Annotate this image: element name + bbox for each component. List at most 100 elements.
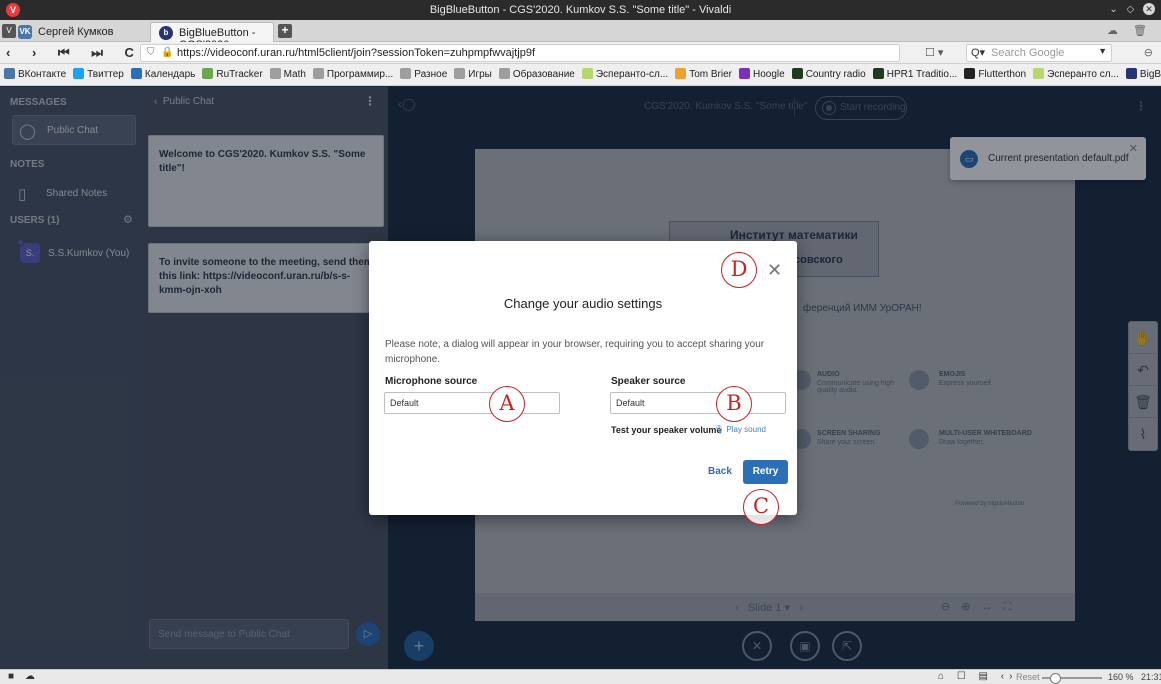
- bookmark-label: Твиттер: [87, 69, 124, 80]
- chevron-down-icon[interactable]: ▼: [1098, 46, 1107, 56]
- bookmark-label: Эсперанто сл...: [1047, 69, 1119, 80]
- bookmark-label: Country radio: [805, 69, 866, 80]
- bookmark-icon: [675, 68, 687, 79]
- marker-c: C: [743, 489, 779, 525]
- close-window-icon[interactable]: ✕: [1143, 3, 1155, 15]
- panel-toggle-icon[interactable]: V: [2, 24, 16, 38]
- bookmark-label: Hoogle: [752, 69, 785, 80]
- panel-toggle-icons[interactable]: ■ ☁: [8, 671, 39, 682]
- bookmark-icon: [130, 68, 142, 79]
- window-title: BigBlueButton - CGS'2020. Kumkov S.S. "S…: [429, 4, 732, 16]
- shield-icon[interactable]: ⛉: [147, 47, 155, 58]
- bookmark-item[interactable]: Твиттер: [73, 68, 124, 80]
- modal-note: Please note, a dialog will appear in you…: [385, 339, 765, 365]
- bookmark-item[interactable]: Country radio: [791, 68, 866, 80]
- bookmarks-bar: ВКонтакте Твиттер Календарь RuTracker Math Пр…: [0, 64, 1161, 86]
- microphone-label: Microphone source: [385, 376, 478, 387]
- bookmark-item[interactable]: Flutterthon: [964, 68, 1026, 80]
- tab-label: Сергей Кумков: [38, 26, 114, 38]
- bookmark-item[interactable]: Эсперанто сл...: [1033, 68, 1119, 80]
- bookmark-icon: [269, 68, 281, 79]
- bookmark-icon: [400, 68, 412, 79]
- status-icons[interactable]: ⌂ ☐ ▤ ‹›: [938, 671, 1017, 682]
- bookmark-item[interactable]: Эсперанто-сл...: [581, 68, 669, 80]
- bookmark-icon: [4, 68, 15, 79]
- speaker-label: Speaker source: [611, 376, 686, 387]
- bookmark-item[interactable]: BigBlueButton: [1125, 68, 1161, 80]
- bookmark-icon: [1033, 68, 1045, 79]
- bookmark-icon: [791, 68, 803, 79]
- bookmark-icon: [964, 68, 976, 79]
- bookmark-label: ВКонтакте: [18, 69, 67, 80]
- bookmark-icon: [498, 68, 510, 79]
- bookmark-item[interactable]: Игры: [454, 68, 492, 80]
- status-bar: ■ ☁ ⌂ ☐ ▤ ‹› Reset 160 % 21:31: [0, 669, 1161, 684]
- bookmark-label: Эсперанто-сл...: [595, 69, 669, 80]
- tab-bigbluebutton[interactable]: b BigBlueButton - CGS'2020.: [150, 22, 274, 51]
- url-field[interactable]: ⛉ 🔒 https://videoconf.uran.ru/html5clien…: [140, 44, 900, 62]
- bookmark-icon: [202, 68, 214, 79]
- bookmark-label: Разное: [414, 69, 448, 80]
- bookmark-item[interactable]: HPR1 Traditio...: [872, 68, 958, 80]
- retry-button[interactable]: Retry: [743, 460, 788, 484]
- bookmark-item[interactable]: Программир...: [312, 68, 394, 80]
- marker-b: B: [716, 386, 752, 422]
- bookmark-label: Tom Brier: [689, 69, 732, 80]
- bookmark-icon: [872, 68, 884, 79]
- bookmark-item[interactable]: Tom Brier: [675, 68, 732, 80]
- bookmark-item[interactable]: RuTracker: [202, 68, 263, 80]
- speaker-icon: 🎙: [714, 425, 725, 434]
- zoom-level: 160 %: [1108, 672, 1134, 682]
- bookmark-label: Календарь: [144, 69, 196, 80]
- bookmark-label: Образование: [512, 69, 575, 80]
- zoom-reset[interactable]: Reset: [1016, 672, 1040, 682]
- bookmark-label: RuTracker: [216, 69, 263, 80]
- bookmark-item[interactable]: Образование: [498, 68, 575, 80]
- bookmark-item[interactable]: Календарь: [130, 68, 196, 80]
- bookmark-item[interactable]: Hoogle: [738, 68, 785, 80]
- play-sound-link[interactable]: 🎙 Play sound: [714, 425, 766, 434]
- tab-vk[interactable]: V VK Сергей Кумков: [2, 22, 154, 42]
- speaker-source-select[interactable]: Default: [610, 392, 786, 414]
- zoom-slider[interactable]: [1042, 673, 1102, 684]
- bookmark-label: Программир...: [326, 69, 394, 80]
- bookmark-label: Игры: [468, 69, 492, 80]
- bookmark-icon: [581, 68, 593, 79]
- bookmark-icon: [738, 68, 750, 79]
- bookmark-label: BigBlueButton: [1139, 69, 1161, 80]
- address-bar: ‹ › ⏮ ⏭ C ⌂ ⛉ 🔒 https://videoconf.uran.r…: [0, 42, 1161, 64]
- microphone-source-select[interactable]: Default: [384, 392, 560, 414]
- test-volume-label: Test your speaker volume: [611, 425, 722, 435]
- bookmark-label: Flutterthon: [978, 69, 1027, 80]
- bigbluebutton-icon: b: [159, 26, 173, 40]
- bookmark-dropdown-icon[interactable]: ☐ ▾: [925, 46, 943, 59]
- search-icon: Q▾: [971, 47, 986, 59]
- marker-a: A: [489, 386, 525, 422]
- back-button[interactable]: Back: [708, 466, 732, 477]
- tabbar-tools[interactable]: ☁ 🗑: [1107, 24, 1153, 37]
- bookmark-item[interactable]: Разное: [400, 68, 447, 80]
- tab-bar: V VK Сергей Кумков b BigBlueButton - CGS…: [0, 20, 1161, 51]
- close-modal-icon[interactable]: ✕: [767, 261, 782, 279]
- new-tab-button[interactable]: +: [278, 24, 292, 38]
- search-placeholder: Search Google: [991, 47, 1065, 59]
- url-text: https://videoconf.uran.ru/html5client/jo…: [177, 47, 536, 59]
- modal-title: Change your audio settings: [503, 296, 663, 311]
- search-field[interactable]: Q▾ Search Google ▼: [966, 44, 1112, 62]
- bookmark-label: HPR1 Traditio...: [886, 69, 958, 80]
- bookmark-item[interactable]: Math: [269, 68, 306, 80]
- bookmark-label: Math: [283, 69, 306, 80]
- extension-icon[interactable]: ⊖: [1144, 46, 1153, 59]
- lock-icon[interactable]: 🔒: [161, 47, 173, 58]
- window-controls[interactable]: ⌄ ◇ ✕: [1109, 3, 1155, 15]
- play-sound-label: Play sound: [726, 425, 766, 434]
- bookmark-item[interactable]: ВКонтакте: [4, 68, 66, 80]
- bookmark-icon: [73, 68, 85, 79]
- vk-icon: VK: [18, 25, 32, 39]
- bookmark-icon: [1125, 68, 1137, 79]
- marker-d: D: [721, 252, 757, 288]
- clock: 21:31: [1141, 672, 1161, 682]
- bookmark-icon: [312, 68, 324, 79]
- bookmark-icon: [454, 68, 466, 79]
- window-titlebar: V BigBlueButton - CGS'2020. Kumkov S.S. …: [0, 0, 1161, 20]
